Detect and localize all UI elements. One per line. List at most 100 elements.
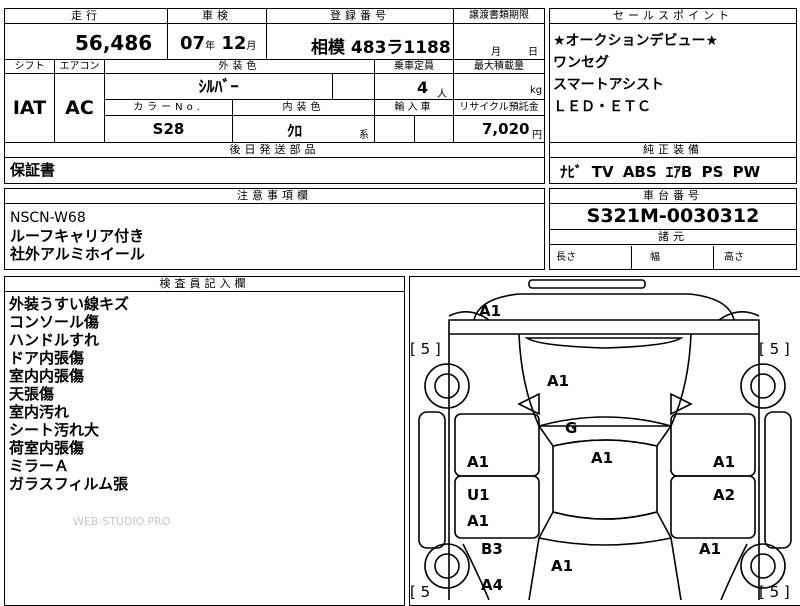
inspector-line: シート汚れ大 xyxy=(9,421,100,439)
mark-door-rr: A2 xyxy=(713,486,735,504)
max-load-value-cell: kg xyxy=(454,74,544,100)
notes-list: NSCN-W68 ルーフキャリア付き 社外アルミホイール xyxy=(10,209,145,263)
exterior-color-extra xyxy=(333,74,375,100)
mark-door-rl: A1 xyxy=(467,512,489,530)
later-parts-box: 後日発送部品 保証書 xyxy=(4,142,545,184)
equipment-item: PW xyxy=(732,163,761,181)
equipment-item: PS xyxy=(701,163,724,181)
registration-box: 登録番号 相模 483ラ1188 xyxy=(266,8,454,60)
sales-points-box: セールスポイント ★オークションデビュー★ ワンセグ スマートアシスト ＬＥＤ・… xyxy=(549,8,797,143)
import-header: 輸入車 xyxy=(375,100,454,116)
inspection-box: 車検 07年 12月 xyxy=(167,8,267,60)
recycle-value: 7,020 xyxy=(482,120,530,138)
chassis-header: 車台番号 xyxy=(550,189,796,204)
chassis-value: S321M-0030312 xyxy=(586,205,760,227)
exterior-color-value: ｼﾙﾊﾞｰ xyxy=(105,74,333,100)
watermark: WEB-STUDIO.PRO xyxy=(73,515,171,528)
transfer-box: 譲渡書類期限 月 日 xyxy=(453,8,545,60)
tire-fr: [ 5 ] xyxy=(759,340,790,358)
notes-line: 社外アルミホイール xyxy=(10,245,145,263)
inspection-value: 07年 12月 xyxy=(180,33,257,54)
import-cell-b xyxy=(415,116,454,142)
inspector-line: 室内内張傷 xyxy=(9,367,85,385)
later-parts-header: 後日発送部品 xyxy=(5,143,544,158)
inspector-line: 天張傷 xyxy=(9,385,55,403)
registration-header: 登録番号 xyxy=(267,9,453,24)
spec-grid: シフト エアコン 外装色 乗車定員 最大積載量 IAT AC ｼﾙﾊﾞｰ 4 人… xyxy=(4,59,545,143)
mark-door-rl-u: U1 xyxy=(467,486,490,504)
inspector-line: ガラスフィルム張 xyxy=(9,475,129,493)
sales-point: スマートアシスト xyxy=(553,77,665,93)
mark-roof: A1 xyxy=(591,449,613,467)
inspection-header: 車検 xyxy=(168,9,266,24)
recycle-header: リサイクル預託金 xyxy=(454,100,544,116)
transfer-day-unit: 日 xyxy=(528,47,538,58)
aircon-header: エアコン xyxy=(55,60,105,74)
capacity-value: 4 xyxy=(417,78,429,97)
equipment-item: TV xyxy=(591,163,614,181)
transfer-month-unit: 月 xyxy=(491,47,501,58)
sales-point: ★オークションデビュー★ xyxy=(553,33,719,49)
sales-point: ワンセグ xyxy=(553,55,609,71)
max-load-header: 最大積載量 xyxy=(454,60,544,74)
equipment-item: ABS xyxy=(622,163,657,181)
capacity-unit: 人 xyxy=(437,89,447,100)
interior-color-header: 内装色 xyxy=(233,100,375,116)
mileage-box: 走行 56,486 km xyxy=(4,8,168,79)
inspector-line: 外装うすい線キズ xyxy=(9,295,130,313)
shift-value: IAT xyxy=(5,74,55,142)
equipment-list: ﾅﾋﾞ TV ABS ｴｱB PS PW xyxy=(560,161,760,182)
mark-front-left: A1 xyxy=(479,302,501,320)
mark-rear: A1 xyxy=(551,557,573,575)
inspector-box: 検査員記入欄 外装うすい線キズ コンソール傷 ハンドルすれ ドア内張傷 室内内張… xyxy=(4,276,405,606)
equipment-item: ｴｱB xyxy=(665,163,693,181)
mark-roof-g: G xyxy=(565,419,577,437)
import-cell-a xyxy=(375,116,415,142)
specs-header: 諸元 xyxy=(550,230,796,245)
spec-width: 幅 xyxy=(632,246,714,269)
notes-line: NSCN-W68 xyxy=(10,210,86,226)
mark-door-fl: A1 xyxy=(467,453,489,471)
equipment-box: 純正装備 ﾅﾋﾞ TV ABS ｴｱB PS PW xyxy=(549,142,797,184)
interior-color-value: ｸﾛ xyxy=(287,122,303,140)
specs-box: 諸元 長さ 幅 高さ xyxy=(549,229,797,270)
max-load-unit: kg xyxy=(530,85,543,96)
spec-length: 長さ xyxy=(550,246,632,269)
sales-points-list: ★オークションデビュー★ ワンセグ スマートアシスト ＬＥＤ・ＥＴＣ xyxy=(553,30,718,118)
later-parts-value: 保証書 xyxy=(10,161,56,179)
spec-height: 高さ xyxy=(724,252,744,263)
exterior-color-header: 外装色 xyxy=(105,60,375,74)
sales-point: ＬＥＤ・ＥＴＣ xyxy=(553,99,651,115)
recycle-cell: 7,020 円 xyxy=(454,116,544,142)
notes-box: 注意事項欄 NSCN-W68 ルーフキャリア付き 社外アルミホイール xyxy=(4,188,545,270)
notes-line: ルーフキャリア付き xyxy=(10,227,145,245)
sales-points-header: セールスポイント xyxy=(550,9,796,24)
interior-color-cell: ｸﾛ 系 xyxy=(233,116,375,142)
inspector-line: 荷室内張傷 xyxy=(9,439,85,457)
registration-value: 相模 483ラ1188 xyxy=(311,38,451,58)
capacity-header: 乗車定員 xyxy=(375,60,454,74)
mark-hood: A1 xyxy=(547,372,569,390)
shift-header: シフト xyxy=(5,60,55,74)
inspector-line: ハンドルすれ xyxy=(9,331,100,349)
inspector-list: 外装うすい線キズ コンソール傷 ハンドルすれ ドア内張傷 室内内張傷 天張傷 室… xyxy=(9,295,129,493)
car-diagram: A1 A1 G A1 A1 A1 U1 A1 A2 B3 A1 A1 A4 [ … xyxy=(410,279,792,600)
inspector-line: ドア内張傷 xyxy=(9,349,85,367)
recycle-unit: 円 xyxy=(532,130,542,141)
aircon-value: AC xyxy=(55,74,105,142)
capacity-value-cell: 4 人 xyxy=(375,74,454,100)
mark-door-fr: A1 xyxy=(713,453,735,471)
mileage-header: 走行 xyxy=(5,9,167,24)
color-no-header: カラーNo. xyxy=(105,100,233,116)
color-no-value: S28 xyxy=(105,116,233,142)
chassis-box: 車台番号 S321M-0030312 xyxy=(549,188,797,230)
mark-quarter-r: A1 xyxy=(699,540,721,558)
tire-fl: [ 5 ] xyxy=(410,340,441,358)
inspector-line: 室内汚れ xyxy=(9,403,70,421)
inspector-header: 検査員記入欄 xyxy=(5,277,404,292)
transfer-header: 譲渡書類期限 xyxy=(454,9,544,24)
mark-quarter-l: B3 xyxy=(481,540,503,558)
tire-rr: [ 5 ] xyxy=(759,583,790,600)
notes-header: 注意事項欄 xyxy=(5,189,544,204)
inspector-line: ミラーＡ xyxy=(9,457,70,475)
